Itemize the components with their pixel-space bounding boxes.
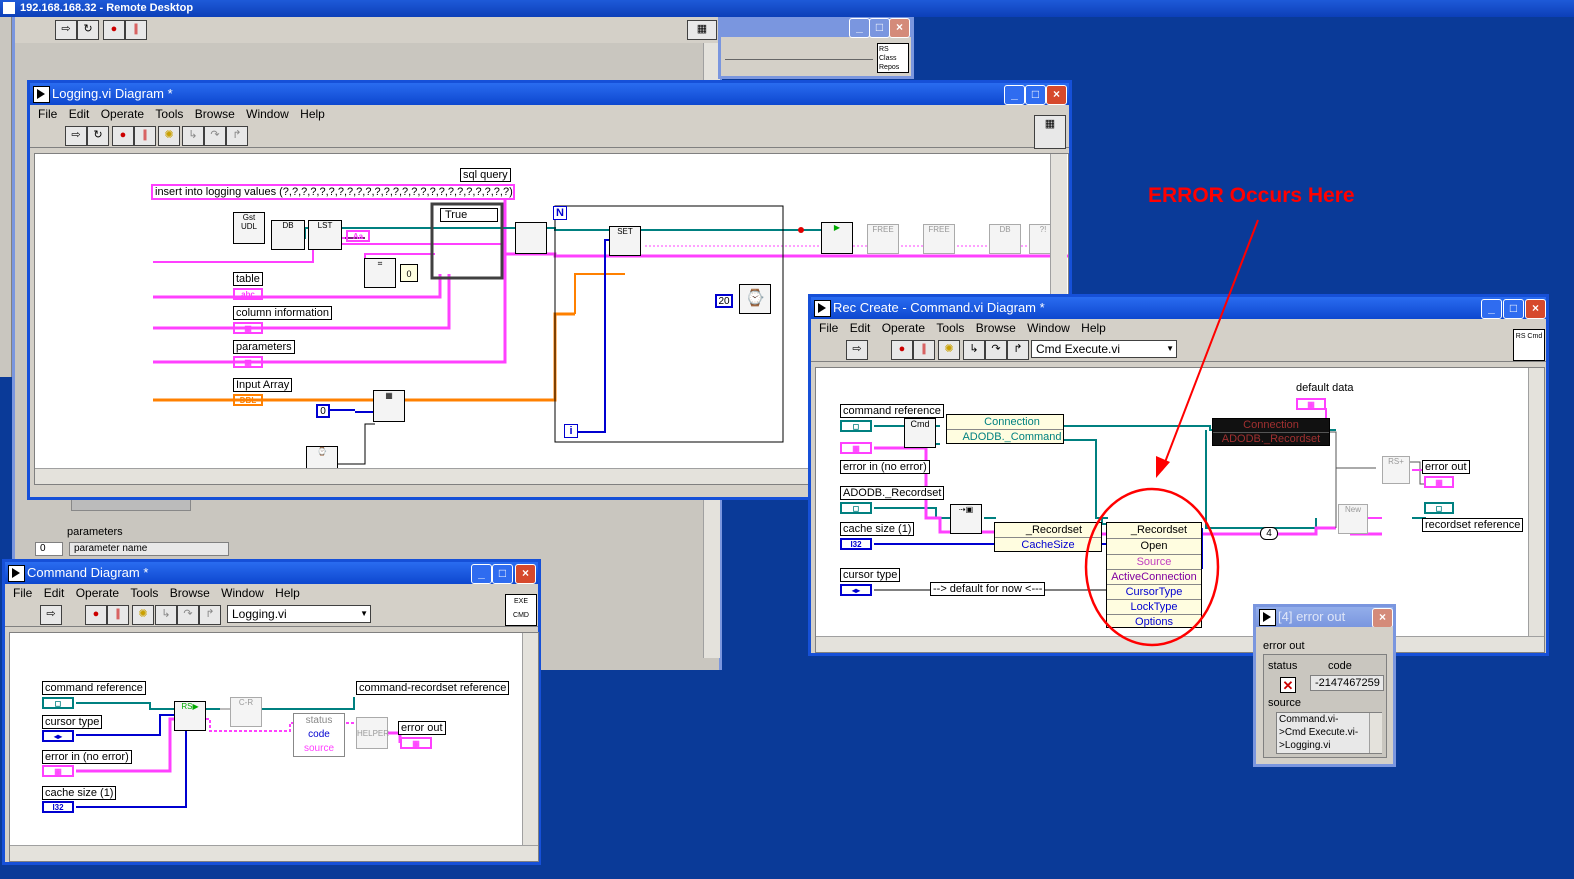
error-out-titlebar[interactable]: [4] error out × bbox=[1256, 607, 1393, 627]
code-value[interactable]: -2147467259 bbox=[1310, 675, 1384, 691]
error-out-title: [4] error out bbox=[1278, 609, 1346, 624]
status-label: status bbox=[1268, 660, 1298, 672]
source-value-box[interactable]: Command.vi- >Cmd Execute.vi- >Logging.vi bbox=[1276, 712, 1382, 754]
annotation-circle bbox=[1084, 487, 1220, 647]
code-label: code bbox=[1328, 660, 1352, 672]
source-line-1: Command.vi- bbox=[1279, 714, 1339, 725]
source-scrollbar[interactable] bbox=[1369, 713, 1382, 753]
source-line-2: >Cmd Execute.vi- bbox=[1279, 727, 1359, 738]
error-cluster-box: status code ✕ -2147467259 source Command… bbox=[1263, 654, 1387, 758]
source-label: source bbox=[1268, 697, 1302, 709]
error-out-window[interactable]: [4] error out × error out status code ✕ … bbox=[1253, 604, 1396, 767]
status-error-icon: ✕ bbox=[1280, 677, 1296, 693]
error-out-header: error out bbox=[1263, 640, 1305, 652]
annotation-arrow-line bbox=[1161, 219, 1259, 471]
labview-vi-icon bbox=[1259, 609, 1276, 626]
annotation-arrow-head bbox=[1156, 456, 1170, 478]
source-line-3: >Logging.vi bbox=[1279, 740, 1331, 751]
close-icon[interactable]: × bbox=[1372, 608, 1393, 627]
